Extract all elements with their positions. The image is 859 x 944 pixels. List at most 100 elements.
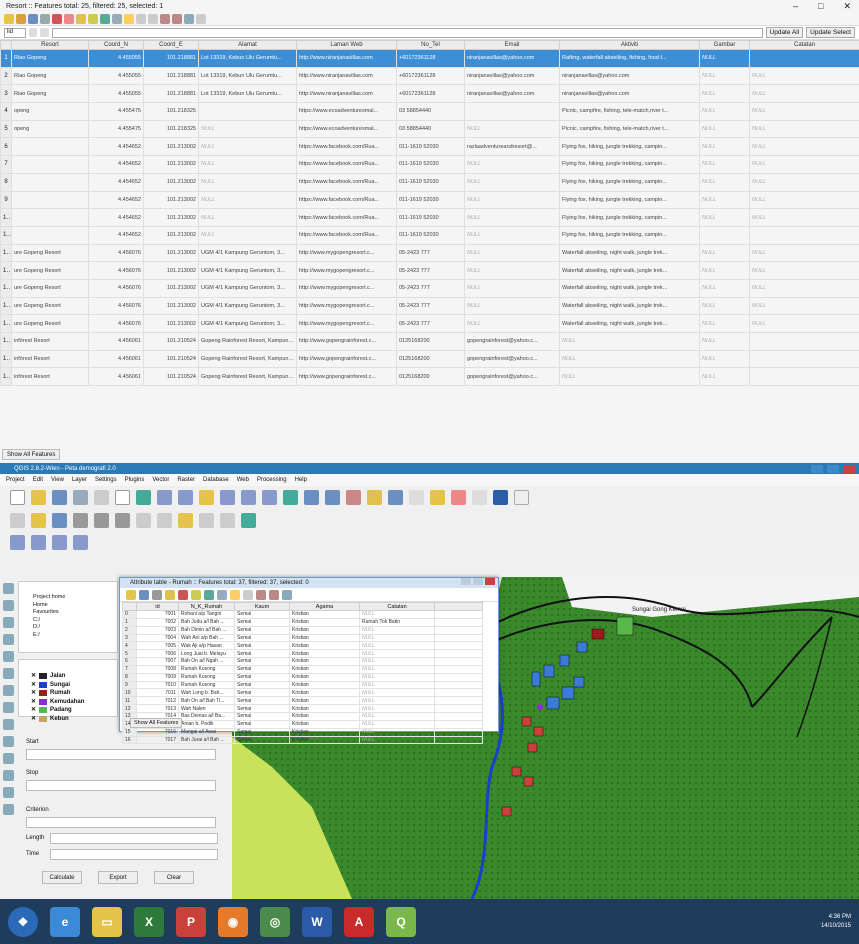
table-cell[interactable]: Long Juai b. Melayu [178, 649, 235, 659]
table-cell[interactable]: Kristian [289, 727, 360, 737]
qgis-taskbar-icon[interactable]: Q [386, 906, 416, 937]
column-header[interactable]: Coord_N [88, 40, 144, 50]
table-cell[interactable]: NULL [749, 102, 859, 121]
checkbox-icon[interactable]: ✕ [31, 681, 36, 690]
table-cell[interactable]: Semai [234, 664, 290, 674]
checkbox-icon[interactable]: ✕ [31, 698, 36, 707]
table-cell[interactable]: NULL [699, 243, 750, 263]
table-cell[interactable]: Rumah Kosong [178, 680, 235, 690]
table-cell[interactable]: NULL [359, 672, 435, 682]
house-marker[interactable] [546, 696, 560, 710]
table-cell[interactable]: Wah Ani a/p Bah ... [178, 633, 235, 643]
table-cell[interactable]: openg [11, 102, 89, 121]
table-cell[interactable]: 7010 [136, 680, 179, 690]
current-edits-icon[interactable] [10, 512, 25, 528]
menu-help[interactable]: Help [295, 477, 307, 483]
table-cell[interactable]: Wah Nalen [178, 704, 235, 713]
add-raster-icon[interactable] [31, 534, 46, 550]
table-cell[interactable]: Kristian [289, 610, 360, 619]
table-cell[interactable]: 101.213002 [143, 243, 199, 263]
table-row[interactable]: 2 Riao Gopeng 4.455055 101.218881 Lot 13319,… [0, 66, 859, 86]
filter-icon[interactable] [100, 13, 110, 24]
table-cell[interactable]: NULL [464, 190, 560, 210]
table-cell[interactable]: NULL [749, 261, 859, 280]
table-cell[interactable]: NULL [699, 314, 750, 333]
add-raster-layer-icon[interactable] [2, 600, 14, 611]
table-row[interactable]: 1 7002 Bah Judu a/l Bah ... Semai Kristian Ru… [122, 617, 483, 627]
show-all-features-button[interactable]: Show All Features [2, 449, 61, 460]
house-marker[interactable] [543, 664, 555, 678]
unselect-icon[interactable] [178, 589, 188, 600]
menu-raster[interactable]: Raster [177, 477, 195, 483]
pin-labels-icon[interactable] [199, 512, 214, 528]
table-cell[interactable]: 101.213002 [143, 155, 199, 174]
checkbox-icon[interactable]: ✕ [31, 672, 36, 681]
column-header[interactable]: N_K_Rumah [178, 602, 235, 611]
add-oracle-layer-icon[interactable] [2, 668, 14, 679]
minimize-icon[interactable] [811, 464, 823, 473]
table-cell[interactable]: 101.213002 [143, 208, 199, 227]
menu-project[interactable]: Project [6, 477, 25, 483]
table-cell[interactable]: 101.218325 [143, 119, 199, 139]
time-field[interactable] [50, 849, 218, 860]
table-cell[interactable]: 011-1619 52030 [396, 172, 465, 192]
table-cell[interactable]: NULL [464, 243, 560, 263]
table-cell[interactable]: 101.213002 [143, 190, 199, 210]
table-cell[interactable]: NULL [699, 208, 750, 227]
table-cell[interactable]: 7009 [136, 672, 179, 682]
table-cell[interactable]: Kristian [289, 688, 360, 698]
table-cell[interactable]: 7006 [136, 649, 179, 659]
house-marker[interactable] [501, 806, 512, 817]
table-cell[interactable]: 4.455055 [88, 49, 144, 68]
table-cell[interactable]: Semai [234, 672, 290, 682]
table-cell[interactable]: Semai [234, 704, 290, 713]
column-header[interactable]: id [136, 602, 179, 611]
table-cell[interactable]: 4.455475 [88, 119, 144, 139]
save-as-icon[interactable] [73, 490, 88, 505]
table-cell[interactable]: NULL [699, 119, 750, 139]
conditional-format-icon[interactable] [196, 13, 206, 24]
house-marker[interactable] [531, 671, 541, 687]
table-cell[interactable]: NULL [749, 84, 859, 104]
table-cell[interactable]: NULL [559, 349, 700, 369]
new-spatialite-icon[interactable] [2, 770, 14, 781]
layer-item[interactable]: ✕ Jalan [19, 672, 117, 681]
table-cell[interactable]: 4.456076 [88, 296, 144, 316]
table-cell[interactable]: NULL [359, 688, 435, 698]
table-cell[interactable]: NULL [749, 66, 859, 86]
table-cell[interactable]: +60172361128 [396, 84, 465, 104]
table-row[interactable]: 2 7003 Bah Dimin a/l Bah ... Semai Kristian N… [122, 625, 483, 635]
table-cell[interactable]: Semai [234, 727, 290, 737]
start-icon[interactable]: ❖ [8, 906, 38, 937]
house-marker[interactable] [561, 686, 575, 700]
table-cell[interactable]: Kristian [289, 719, 360, 729]
zoom-last-icon[interactable] [262, 490, 277, 505]
bookmark-icon[interactable] [451, 490, 466, 505]
table-cell[interactable]: http://www.gopengrainforest.c... [296, 367, 397, 387]
table-cell[interactable]: +60172361128 [396, 49, 465, 68]
table-cell[interactable]: Kristian [289, 633, 360, 643]
column-header[interactable]: Email [464, 40, 560, 50]
table-cell[interactable]: NULL [699, 102, 750, 121]
table-row[interactable]: 16 7017 Bah Jurai a/l Bah ... Semai Kristian… [122, 735, 483, 745]
save-icon[interactable] [28, 13, 38, 24]
table-cell[interactable]: Kristian [289, 649, 360, 659]
touch-zoom-icon[interactable] [136, 490, 151, 505]
table-cell[interactable]: 05-2423 777 [396, 261, 465, 280]
table-cell[interactable]: 101.213002 [143, 296, 199, 316]
table-cell[interactable]: NULL [359, 704, 435, 713]
show-hide-labels-icon[interactable] [220, 512, 235, 528]
refresh-icon[interactable] [283, 490, 298, 505]
table-cell[interactable]: NULL [359, 711, 435, 721]
add-wfs-layer-icon[interactable] [2, 719, 14, 730]
start-field[interactable] [26, 749, 216, 760]
criterion-field[interactable] [26, 817, 216, 828]
table-cell[interactable]: Waterfall abseiling, night walk, jungle … [559, 296, 700, 316]
table-cell[interactable]: https://www.facebook.com/Rua... [296, 172, 397, 192]
table-cell[interactable]: 011-1619 52030 [396, 190, 465, 210]
table-row[interactable]: 16 ure Gopeng Resort 4.456076 101.213002 UGM… [0, 314, 859, 333]
table-cell[interactable]: 4.456076 [88, 243, 144, 263]
copy-icon[interactable] [243, 589, 253, 600]
zoom-selection-icon[interactable] [241, 490, 256, 505]
table-row[interactable]: 6 4.454652 101.213002 NULL https://www.faceb… [0, 137, 859, 157]
